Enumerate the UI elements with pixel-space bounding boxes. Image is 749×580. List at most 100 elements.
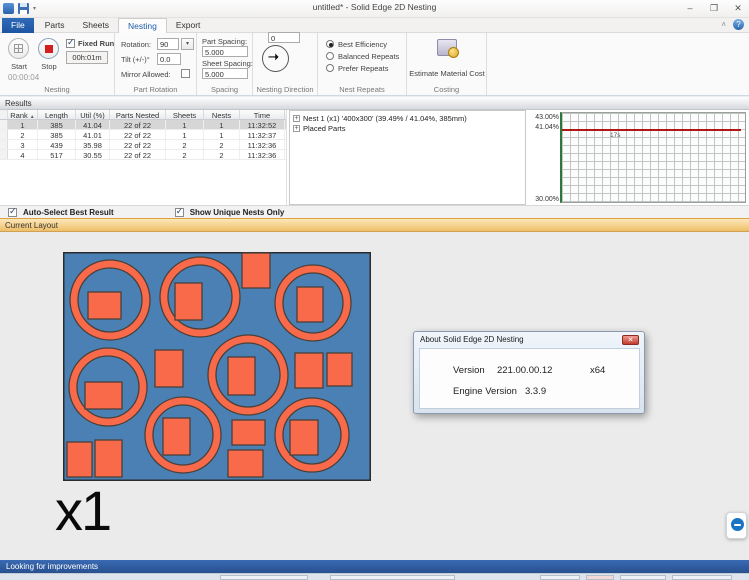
expand-icon[interactable]: + bbox=[293, 115, 300, 122]
table-cell: 22 of 22 bbox=[110, 130, 166, 139]
restore-button[interactable]: ❐ bbox=[707, 3, 721, 14]
repeat-option-balanced-repeats[interactable]: Balanced Repeats bbox=[326, 50, 399, 62]
column-header[interactable]: Util (%) bbox=[76, 110, 110, 119]
part-rect[interactable] bbox=[155, 350, 183, 387]
tilt-value[interactable]: 0.0 bbox=[157, 53, 181, 65]
row-selector[interactable] bbox=[0, 120, 8, 129]
table-cell: 11:32:36 bbox=[240, 140, 285, 149]
fixed-run-checkbox[interactable] bbox=[66, 39, 75, 48]
help-icon[interactable]: ? bbox=[733, 19, 744, 30]
row-selector[interactable] bbox=[0, 150, 8, 159]
direction-value[interactable]: 0 bbox=[268, 32, 300, 43]
results-panel-header: Results bbox=[0, 96, 749, 110]
tab-sheets[interactable]: Sheets bbox=[74, 18, 118, 33]
taskbar-item[interactable] bbox=[220, 575, 308, 580]
table-cell: 1 bbox=[166, 130, 204, 139]
part-rect[interactable] bbox=[85, 382, 122, 409]
part-rect[interactable] bbox=[232, 420, 265, 445]
notification-badge-icon[interactable] bbox=[726, 512, 747, 539]
part-rect[interactable] bbox=[242, 253, 270, 288]
row-selector[interactable] bbox=[0, 130, 8, 139]
group-part-rotation: Rotation: 90 ▾ Tilt (+/-)° 0.0 Mirror Al… bbox=[115, 33, 197, 95]
tree-item-label: Nest 1 (x1) '400x300' (39.49% / 41.04%, … bbox=[303, 114, 467, 123]
part-rect[interactable] bbox=[327, 353, 352, 386]
repeat-option-label: Best Efficiency bbox=[338, 40, 387, 49]
tab-nesting[interactable]: Nesting bbox=[118, 18, 167, 33]
current-layout-header: Current Layout bbox=[0, 218, 749, 232]
minimize-button[interactable]: – bbox=[683, 3, 697, 13]
group-nest-repeats: Best EfficiencyBalanced Repeats Prefer Re… bbox=[318, 33, 407, 95]
part-spacing-value[interactable]: 5.000 bbox=[202, 46, 248, 57]
stop-button[interactable] bbox=[38, 38, 59, 59]
results-table: Rank▲LengthUtil (%)Parts NestedSheetsNes… bbox=[0, 110, 287, 205]
rotation-value[interactable]: 90 bbox=[157, 38, 179, 50]
row-selector[interactable] bbox=[0, 140, 8, 149]
dialog-close-button[interactable]: ✕ bbox=[622, 335, 639, 345]
group-label-part-rotation: Part Rotation bbox=[115, 85, 196, 94]
column-header[interactable]: Nests bbox=[204, 110, 240, 119]
taskbar-item[interactable] bbox=[540, 575, 580, 580]
tab-parts[interactable]: Parts bbox=[36, 18, 74, 33]
part-rect[interactable] bbox=[297, 287, 323, 322]
repeat-option-label: Prefer Repeats bbox=[338, 64, 388, 73]
titlebar: ▾ untitled* - Solid Edge 2D Nesting – ❐ … bbox=[0, 0, 749, 18]
nest-sheet[interactable] bbox=[63, 252, 371, 481]
about-dialog-body: Version 221.00.00.12 x64 Engine Version … bbox=[419, 348, 640, 409]
part-rect[interactable] bbox=[175, 283, 202, 320]
fixed-run-label: Fixed Run bbox=[78, 39, 114, 48]
part-rect[interactable] bbox=[88, 292, 121, 319]
tree-item[interactable]: +Placed Parts bbox=[293, 123, 525, 133]
table-row[interactable]: 138541.0422 of 221111:32:52 bbox=[0, 120, 286, 130]
close-button[interactable]: ✕ bbox=[731, 3, 745, 14]
radio-icon[interactable] bbox=[326, 64, 334, 72]
table-cell: 11:32:36 bbox=[240, 150, 285, 159]
taskbar-item[interactable] bbox=[672, 575, 732, 580]
radio-icon[interactable] bbox=[326, 52, 334, 60]
table-cell: 1 bbox=[204, 130, 240, 139]
expand-icon[interactable]: + bbox=[293, 125, 300, 132]
group-label-nesting-direction: Nesting Direction bbox=[253, 85, 317, 94]
sheet-spacing-value[interactable]: 5.000 bbox=[202, 68, 248, 79]
column-header[interactable]: Parts Nested bbox=[110, 110, 166, 119]
auto-select-best-result-checkbox[interactable] bbox=[8, 208, 17, 217]
column-header[interactable]: Rank▲ bbox=[8, 110, 38, 119]
table-row[interactable]: 343935.9822 of 222211:32:36 bbox=[0, 140, 286, 150]
part-rect[interactable] bbox=[95, 440, 122, 477]
estimate-material-cost-icon[interactable] bbox=[437, 39, 457, 56]
ribbon-tabs: FilePartsSheetsNestingExport bbox=[2, 18, 209, 33]
show-unique-nests-checkbox[interactable] bbox=[175, 208, 184, 217]
table-row[interactable]: 238541.0122 of 221111:32:37 bbox=[0, 130, 286, 140]
repeat-option-best-efficiency[interactable]: Best Efficiency bbox=[326, 38, 399, 50]
chart-ylabel-top: 43.00% bbox=[535, 114, 559, 121]
taskbar-item[interactable] bbox=[620, 575, 666, 580]
part-rect[interactable] bbox=[295, 353, 323, 388]
column-header[interactable]: Time bbox=[240, 110, 285, 119]
estimate-material-cost-button[interactable]: Estimate Material Cost bbox=[407, 69, 487, 78]
column-header[interactable]: Length bbox=[38, 110, 76, 119]
part-rect[interactable] bbox=[228, 450, 263, 477]
start-icon bbox=[14, 44, 23, 53]
part-rect[interactable] bbox=[67, 442, 92, 477]
repeat-option-prefer-repeats[interactable]: Prefer Repeats bbox=[326, 62, 399, 74]
run-time-field[interactable]: 00h:01m bbox=[66, 51, 108, 64]
table-cell: 22 of 22 bbox=[110, 120, 166, 129]
radio-icon[interactable] bbox=[326, 40, 334, 48]
part-rect[interactable] bbox=[228, 357, 255, 395]
collapse-ribbon-icon[interactable]: ˄ bbox=[721, 20, 726, 29]
table-cell: 11:32:37 bbox=[240, 130, 285, 139]
rotation-dropdown-icon[interactable]: ▾ bbox=[181, 38, 194, 50]
taskbar-item[interactable] bbox=[330, 575, 455, 580]
mirror-allowed-checkbox[interactable] bbox=[181, 69, 190, 78]
taskbar-item[interactable] bbox=[586, 575, 614, 580]
start-button[interactable] bbox=[8, 38, 29, 59]
table-row[interactable]: 451730.5522 of 222211:32:36 bbox=[0, 150, 286, 160]
tab-file[interactable]: File bbox=[2, 18, 34, 33]
column-header[interactable]: Sheets bbox=[166, 110, 204, 119]
tree-item[interactable]: +Nest 1 (x1) '400x300' (39.49% / 41.04%,… bbox=[293, 113, 525, 123]
part-rect[interactable] bbox=[163, 418, 190, 455]
group-label-nesting: Nesting bbox=[0, 85, 114, 94]
table-cell: 41.04 bbox=[76, 120, 110, 129]
table-cell: 2 bbox=[204, 140, 240, 149]
tab-export[interactable]: Export bbox=[167, 18, 210, 33]
part-rect[interactable] bbox=[290, 420, 318, 455]
